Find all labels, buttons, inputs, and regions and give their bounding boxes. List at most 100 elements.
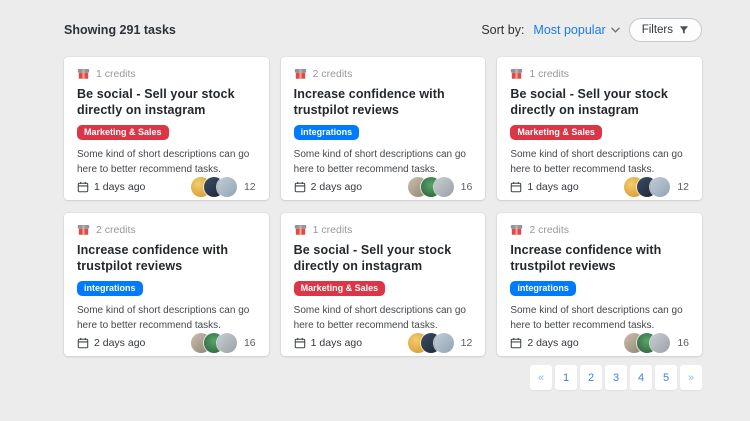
card-footer: 2 days ago 16 [294,177,473,197]
task-title: Increase confidence with trustpilot revi… [510,242,689,275]
avatar [650,177,670,197]
sort-dropdown[interactable]: Most popular [533,23,619,37]
participant-count: 12 [244,181,256,193]
date-label: 1 days ago [94,181,145,193]
gift-icon [510,223,523,236]
avatar-group: 16 [408,177,473,197]
avatar [434,333,454,353]
task-title: Increase confidence with trustpilot revi… [77,242,256,275]
task-description: Some kind of short descriptions can go h… [77,147,256,177]
credits-label: 1 credits [529,68,569,80]
date-label: 2 days ago [527,337,578,349]
credits-label: 1 credits [96,68,136,80]
participant-count: 12 [461,337,473,349]
next-page-button[interactable]: » [680,365,702,390]
page-button[interactable]: 4 [630,365,652,390]
task-card[interactable]: 2 credits Increase confidence with trust… [281,57,486,200]
page-button[interactable]: 1 [555,365,577,390]
date-row: 1 days ago [510,181,578,193]
date-label: 2 days ago [94,337,145,349]
calendar-icon [294,181,306,193]
page-button[interactable]: 2 [580,365,602,390]
calendar-icon [77,181,89,193]
calendar-icon [510,181,522,193]
prev-page-button[interactable]: « [530,365,552,390]
page-button[interactable]: 5 [655,365,677,390]
card-footer: 2 days ago 16 [77,333,256,353]
topbar: Showing 291 tasks Sort by: Most popular … [64,18,702,42]
tasks-count-label: Showing 291 tasks [64,23,176,37]
credits-label: 1 credits [313,224,353,236]
task-grid: 1 credits Be social - Sell your stock di… [64,57,702,356]
task-title: Increase confidence with trustpilot revi… [294,86,473,119]
avatar [650,333,670,353]
avatar-group: 16 [191,333,256,353]
page-button[interactable]: 3 [605,365,627,390]
card-footer: 2 days ago 16 [510,333,689,353]
participant-count: 16 [461,181,473,193]
date-row: 1 days ago [294,337,362,349]
task-description: Some kind of short descriptions can go h… [510,303,689,333]
credits-row: 2 credits [294,67,473,80]
task-description: Some kind of short descriptions can go h… [294,303,473,333]
category-badge[interactable]: Marketing & Sales [77,125,169,140]
credits-label: 2 credits [529,224,569,236]
gift-icon [77,223,90,236]
filters-button[interactable]: Filters [629,18,702,42]
date-label: 2 days ago [311,181,362,193]
date-label: 1 days ago [527,181,578,193]
card-footer: 1 days ago 12 [510,177,689,197]
task-title: Be social - Sell your stock directly on … [294,242,473,275]
task-card[interactable]: 1 credits Be social - Sell your stock di… [64,57,269,200]
chevron-down-icon [611,27,620,33]
pagination: «12345» [64,365,702,390]
avatar [434,177,454,197]
category-badge[interactable]: integrations [510,281,576,296]
task-description: Some kind of short descriptions can go h… [77,303,256,333]
participant-count: 16 [677,337,689,349]
card-footer: 1 days ago 12 [77,177,256,197]
sort-selected-value: Most popular [533,23,605,37]
category-badge[interactable]: Marketing & Sales [510,125,602,140]
avatar-group: 16 [624,333,689,353]
task-card[interactable]: 1 credits Be social - Sell your stock di… [281,213,486,356]
filter-funnel-icon [679,25,689,35]
avatar [217,333,237,353]
task-card[interactable]: 1 credits Be social - Sell your stock di… [497,57,702,200]
avatar [217,177,237,197]
category-badge[interactable]: integrations [77,281,143,296]
card-footer: 1 days ago 12 [294,333,473,353]
task-description: Some kind of short descriptions can go h… [510,147,689,177]
sort-by-label: Sort by: [481,23,524,37]
avatar-group: 12 [408,333,473,353]
date-label: 1 days ago [311,337,362,349]
credits-label: 2 credits [96,224,136,236]
task-title: Be social - Sell your stock directly on … [77,86,256,119]
task-description: Some kind of short descriptions can go h… [294,147,473,177]
participant-count: 16 [244,337,256,349]
task-card[interactable]: 2 credits Increase confidence with trust… [64,213,269,356]
task-browser-page: Showing 291 tasks Sort by: Most popular … [0,0,750,390]
category-badge[interactable]: integrations [294,125,360,140]
gift-icon [294,223,307,236]
category-badge[interactable]: Marketing & Sales [294,281,386,296]
calendar-icon [510,337,522,349]
calendar-icon [294,337,306,349]
credits-row: 2 credits [510,223,689,236]
credits-label: 2 credits [313,68,353,80]
date-row: 2 days ago [510,337,578,349]
avatar-group: 12 [191,177,256,197]
avatar-group: 12 [624,177,689,197]
credits-row: 2 credits [77,223,256,236]
filters-button-label: Filters [642,24,673,36]
credits-row: 1 credits [294,223,473,236]
date-row: 2 days ago [77,337,145,349]
gift-icon [77,67,90,80]
participant-count: 12 [677,181,689,193]
credits-row: 1 credits [510,67,689,80]
date-row: 1 days ago [77,181,145,193]
task-title: Be social - Sell your stock directly on … [510,86,689,119]
task-card[interactable]: 2 credits Increase confidence with trust… [497,213,702,356]
topbar-controls: Sort by: Most popular Filters [481,18,702,42]
date-row: 2 days ago [294,181,362,193]
